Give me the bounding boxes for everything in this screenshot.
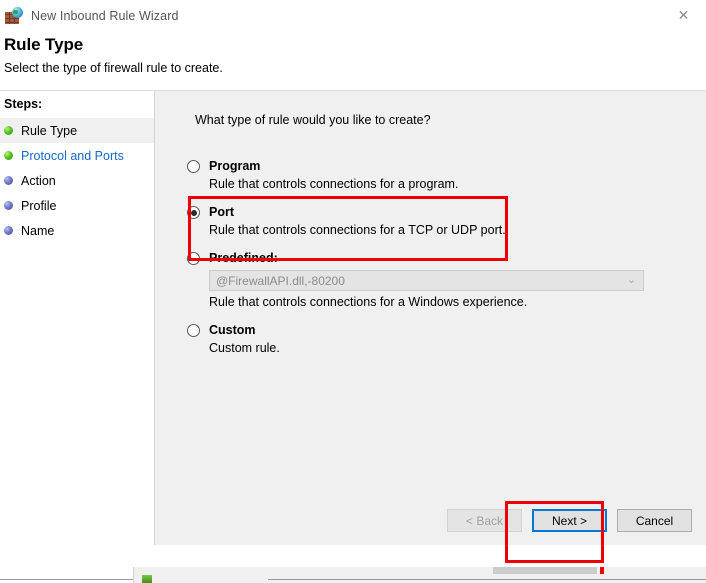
rule-type-option-group: Program Rule that controls connections f…: [187, 159, 688, 366]
sidebar-item-rule-type[interactable]: Rule Type: [0, 118, 154, 143]
background-divider: [0, 579, 133, 580]
option-title: Program: [209, 159, 261, 173]
background-window-strip: [0, 567, 706, 583]
radio-predefined[interactable]: [187, 252, 200, 265]
background-window-button: [493, 567, 597, 574]
option-title: Port: [209, 205, 234, 219]
background-list-item: [142, 575, 156, 583]
window-title: New Inbound Rule Wizard: [31, 8, 179, 23]
background-divider: [268, 579, 706, 580]
wizard-footer: < Back Next > Cancel: [155, 493, 706, 545]
option-description: Rule that controls connections for a pro…: [209, 177, 459, 191]
step-bullet-icon: [4, 226, 13, 235]
option-predefined[interactable]: Predefined: @FirewallAPI.dll,-80200 ⌄ Ru…: [187, 251, 688, 309]
wizard-header: Rule Type Select the type of firewall ru…: [0, 31, 706, 90]
radio-port[interactable]: [187, 206, 200, 219]
step-bullet-icon: [4, 151, 13, 160]
sidebar-item-profile[interactable]: Profile: [0, 193, 154, 218]
predefined-rule-dropdown[interactable]: @FirewallAPI.dll,-80200 ⌄: [209, 270, 644, 291]
background-window-panel: [133, 567, 706, 583]
step-bullet-icon: [4, 126, 13, 135]
firewall-icon: [5, 6, 23, 25]
option-description: Rule that controls connections for a TCP…: [209, 223, 506, 237]
back-button[interactable]: < Back: [447, 509, 522, 532]
wizard-body: Steps: Rule Type Protocol and Ports Acti…: [0, 90, 706, 545]
titlebar: New Inbound Rule Wizard ✕: [0, 0, 706, 31]
page-title: Rule Type: [4, 35, 84, 54]
cancel-button[interactable]: Cancel: [617, 509, 692, 532]
steps-label: Steps:: [4, 97, 43, 111]
dropdown-selected-value: @FirewallAPI.dll,-80200: [216, 273, 345, 288]
sidebar-item-label: Protocol and Ports: [21, 148, 124, 163]
sidebar-item-protocol-and-ports[interactable]: Protocol and Ports: [0, 143, 154, 168]
shield-icon: [142, 575, 152, 583]
option-title: Predefined:: [209, 251, 278, 265]
sidebar-item-action[interactable]: Action: [0, 168, 154, 193]
step-bullet-icon: [4, 201, 13, 210]
option-title: Custom: [209, 323, 256, 337]
wizard-window: New Inbound Rule Wizard ✕ Rule Type Sele…: [0, 0, 706, 567]
main-pane: What type of rule would you like to crea…: [155, 91, 706, 545]
rule-type-question: What type of rule would you like to crea…: [195, 113, 431, 127]
sidebar-item-name[interactable]: Name: [0, 218, 154, 243]
close-icon: ✕: [677, 7, 690, 24]
sidebar-item-label: Profile: [21, 198, 57, 213]
sidebar-item-label: Rule Type: [21, 123, 78, 138]
option-custom[interactable]: Custom Custom rule.: [187, 323, 688, 355]
radio-program[interactable]: [187, 160, 200, 173]
steps-sidebar: Steps: Rule Type Protocol and Ports Acti…: [0, 91, 155, 545]
chevron-down-icon: ⌄: [626, 273, 636, 286]
page-subtitle: Select the type of firewall rule to crea…: [4, 61, 223, 75]
sidebar-item-label: Action: [21, 173, 56, 188]
button-row: < Back Next > Cancel: [437, 509, 692, 532]
option-description: Rule that controls connections for a Win…: [209, 295, 528, 309]
step-bullet-icon: [4, 176, 13, 185]
option-program[interactable]: Program Rule that controls connections f…: [187, 159, 688, 191]
next-button[interactable]: Next >: [532, 509, 607, 532]
radio-custom[interactable]: [187, 324, 200, 337]
sidebar-item-label: Name: [21, 223, 55, 238]
option-description: Custom rule.: [209, 341, 280, 355]
close-button[interactable]: ✕: [661, 0, 706, 31]
option-port[interactable]: Port Rule that controls connections for …: [187, 205, 688, 237]
background-annotation-edge: [600, 567, 604, 574]
